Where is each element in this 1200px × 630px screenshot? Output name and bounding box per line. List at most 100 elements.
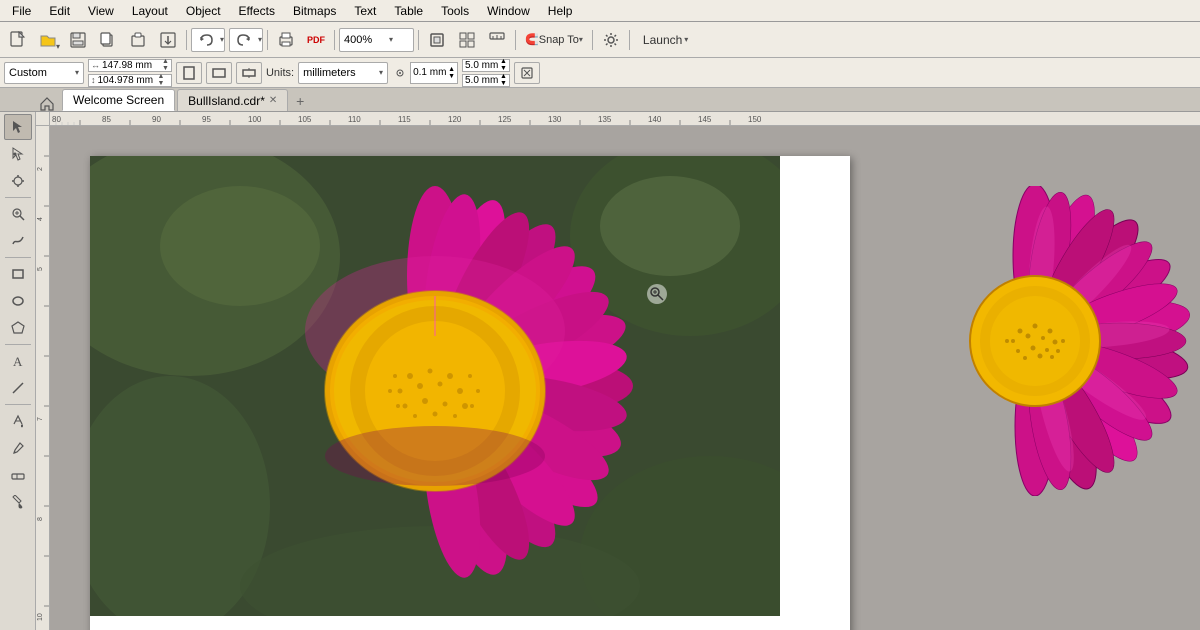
menu-file[interactable]: File: [4, 2, 39, 20]
menu-view[interactable]: View: [80, 2, 122, 20]
menu-object[interactable]: Object: [178, 2, 229, 20]
svg-text:5: 5: [37, 267, 44, 271]
svg-text:8: 8: [37, 517, 44, 521]
canvas-scroll[interactable]: [50, 126, 1200, 630]
ruler-vertical: 2 4 5 7 8 10: [36, 126, 50, 630]
undo-button[interactable]: [192, 27, 220, 53]
snap-label: Snap To: [539, 34, 579, 46]
resize-button[interactable]: [514, 62, 540, 84]
eyedropper-tool[interactable]: [4, 435, 32, 461]
snap-button[interactable]: 🧲 Snap To ▾: [520, 27, 588, 53]
tool-sep4: [5, 404, 31, 405]
svg-text:140: 140: [648, 115, 662, 124]
tool-sep2: [5, 257, 31, 258]
preset-label: Custom: [9, 67, 75, 79]
height-value: 104.978 mm: [98, 75, 158, 86]
polygon-tool[interactable]: [4, 315, 32, 341]
menu-help[interactable]: Help: [540, 2, 581, 20]
units-value: millimeters: [303, 67, 379, 79]
flower-vector: [880, 186, 1190, 496]
svg-text:105: 105: [298, 115, 312, 124]
menu-window[interactable]: Window: [479, 2, 538, 20]
node-tool[interactable]: [4, 141, 32, 167]
units-label: Units:: [266, 67, 294, 79]
svg-text:80: 80: [52, 115, 61, 124]
menu-tools[interactable]: Tools: [433, 2, 477, 20]
view-grid-button[interactable]: [453, 27, 481, 53]
size2-value: 5.0 mm: [465, 75, 500, 86]
settings-button[interactable]: [597, 27, 625, 53]
view-rulers-button[interactable]: [483, 27, 511, 53]
svg-text:130: 130: [548, 115, 562, 124]
paste-button[interactable]: [124, 27, 152, 53]
rect-tool[interactable]: [4, 261, 32, 287]
svg-text:90: 90: [152, 115, 161, 124]
tabbar: Welcome Screen BullIsland.cdr* ✕ +: [0, 88, 1200, 112]
menu-edit[interactable]: Edit: [41, 2, 78, 20]
menu-layout[interactable]: Layout: [124, 2, 176, 20]
landscape-button[interactable]: [206, 62, 232, 84]
zoom-cursor: [647, 284, 667, 304]
rect-shape-button[interactable]: [236, 62, 262, 84]
redo-button[interactable]: [230, 27, 258, 53]
tab-welcome-label: Welcome Screen: [73, 93, 164, 107]
menu-effects[interactable]: Effects: [231, 2, 283, 20]
ellipse-tool[interactable]: [4, 288, 32, 314]
svg-text:95: 95: [202, 115, 211, 124]
svg-text:135: 135: [598, 115, 612, 124]
svg-text:150: 150: [748, 115, 762, 124]
ruler-horizontal: 80 85 90 95 100 105 110 115 120 125 130 …: [50, 112, 1200, 126]
home-button[interactable]: [36, 97, 58, 111]
transform-tool[interactable]: [4, 168, 32, 194]
svg-text:120: 120: [448, 115, 462, 124]
menubar: File Edit View Layout Object Effects Bit…: [0, 0, 1200, 22]
paintbucket-tool[interactable]: [4, 489, 32, 515]
zoom-input[interactable]: 400%: [344, 34, 389, 46]
canvas-area: 80 85 90 95 100 105 110 115 120 125 130 …: [36, 112, 1200, 630]
fill-tool[interactable]: [4, 408, 32, 434]
view-fit-button[interactable]: [423, 27, 451, 53]
sep2: [267, 30, 268, 50]
size1-value: 5.0 mm: [465, 60, 500, 71]
zoom-tool[interactable]: [4, 201, 32, 227]
tab-bullisland-close[interactable]: ✕: [269, 95, 277, 106]
nudge-value: 0.1 mm: [413, 67, 448, 78]
toolbar1: ▾ ▾ ▾ PDF 400% ▾: [0, 22, 1200, 58]
menu-table[interactable]: Table: [386, 2, 431, 20]
tool-sep3: [5, 344, 31, 345]
sep7: [629, 30, 630, 50]
tab-welcome[interactable]: Welcome Screen: [62, 89, 175, 111]
freehand-tool[interactable]: [4, 228, 32, 254]
portrait-button[interactable]: [176, 62, 202, 84]
open-button[interactable]: ▾: [34, 27, 62, 53]
svg-text:125: 125: [498, 115, 512, 124]
text-tool[interactable]: A: [4, 348, 32, 374]
export-button[interactable]: [154, 27, 182, 53]
sep6: [592, 30, 593, 50]
print-button[interactable]: [272, 27, 300, 53]
svg-text:85: 85: [102, 115, 111, 124]
new-button[interactable]: [4, 27, 32, 53]
sep5: [515, 30, 516, 50]
tab-bullisland[interactable]: BullIsland.cdr* ✕: [177, 89, 288, 111]
toolbox: A: [0, 112, 36, 630]
export2-button[interactable]: PDF: [302, 27, 330, 53]
save-button[interactable]: [64, 27, 92, 53]
tool-sep1: [5, 197, 31, 198]
select-tool[interactable]: [4, 114, 32, 140]
svg-text:100: 100: [248, 115, 262, 124]
svg-text:145: 145: [698, 115, 712, 124]
tab-bullisland-label: BullIsland.cdr*: [188, 94, 265, 108]
add-tab-button[interactable]: +: [290, 91, 310, 111]
main-area: A 80 85 9: [0, 112, 1200, 630]
svg-text:10: 10: [37, 613, 44, 621]
menu-bitmaps[interactable]: Bitmaps: [285, 2, 344, 20]
ruler-corner: [36, 112, 50, 126]
sep4: [418, 30, 419, 50]
menu-text[interactable]: Text: [346, 2, 384, 20]
launch-button[interactable]: Launch ▾: [634, 27, 697, 53]
svg-text:110: 110: [348, 115, 361, 124]
line-tool[interactable]: [4, 375, 32, 401]
copy-button[interactable]: [94, 27, 122, 53]
eraser-tool[interactable]: [4, 462, 32, 488]
